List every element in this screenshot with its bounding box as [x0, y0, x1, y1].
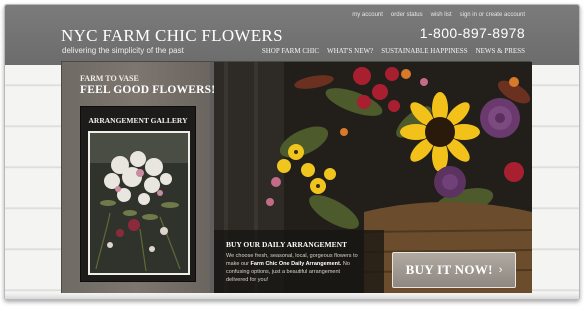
nav-item-shop[interactable]: SHOP FARM CHIC — [262, 47, 319, 55]
nav-item-news-press[interactable]: NEWS & PRESS — [476, 47, 525, 55]
nav-item-sustainable-happiness[interactable]: SUSTAINABLE HAPPINESS — [381, 47, 467, 55]
site-header: my account order status wish list sign i… — [5, 5, 579, 65]
nav-item-whats-new[interactable]: WHAT'S NEW? — [327, 47, 373, 55]
promo-column: FARM TO VASE FEEL GOOD FLOWERS! ARRANGEM… — [62, 62, 215, 296]
logo-tagline: delivering the simplicity of the past — [62, 46, 184, 55]
gallery-photo[interactable] — [88, 131, 190, 275]
frame-bottom-edge — [5, 293, 579, 299]
hero-body-product: Farm Chic One Daily Arrangement. — [250, 260, 342, 267]
order-status-link[interactable]: order status — [391, 12, 423, 18]
phone-number: 1-800-897-8978 — [419, 25, 525, 41]
buy-it-now-label: BUY IT NOW! — [405, 262, 493, 277]
wish-list-link[interactable]: wish list — [431, 12, 452, 18]
my-account-link[interactable]: my account — [352, 12, 383, 18]
site-frame: my account order status wish list sign i… — [4, 4, 580, 300]
buy-it-now-button[interactable]: BUY IT NOW! › — [392, 252, 516, 288]
hero-text-block: BUY OUR DAILY ARRANGEMENT We choose fres… — [226, 240, 362, 285]
hero-banner: BUY OUR DAILY ARRANGEMENT We choose fres… — [214, 62, 532, 296]
gallery-title[interactable]: ARRANGEMENT GALLERY — [81, 116, 195, 125]
promo-title: FEEL GOOD FLOWERS! — [80, 84, 216, 96]
promo-subtitle: FARM TO VASE — [80, 74, 139, 83]
chevron-right-icon: › — [498, 264, 503, 276]
content-area: FARM TO VASE FEEL GOOD FLOWERS! ARRANGEM… — [61, 61, 532, 297]
arrangement-gallery-panel[interactable]: ARRANGEMENT GALLERY — [80, 106, 196, 282]
utility-nav: my account order status wish list sign i… — [352, 12, 525, 18]
white-bouquet-image — [90, 133, 188, 273]
hero-heading: BUY OUR DAILY ARRANGEMENT — [226, 240, 348, 249]
logo-title[interactable]: NYC FARM CHIC FLOWERS — [61, 26, 283, 46]
sign-in-link[interactable]: sign in or create account — [460, 12, 525, 18]
hero-description: We choose fresh, seasonal, local, gorgeo… — [226, 253, 362, 285]
main-nav: SHOP FARM CHIC WHAT'S NEW? SUSTAINABLE H… — [262, 47, 525, 55]
